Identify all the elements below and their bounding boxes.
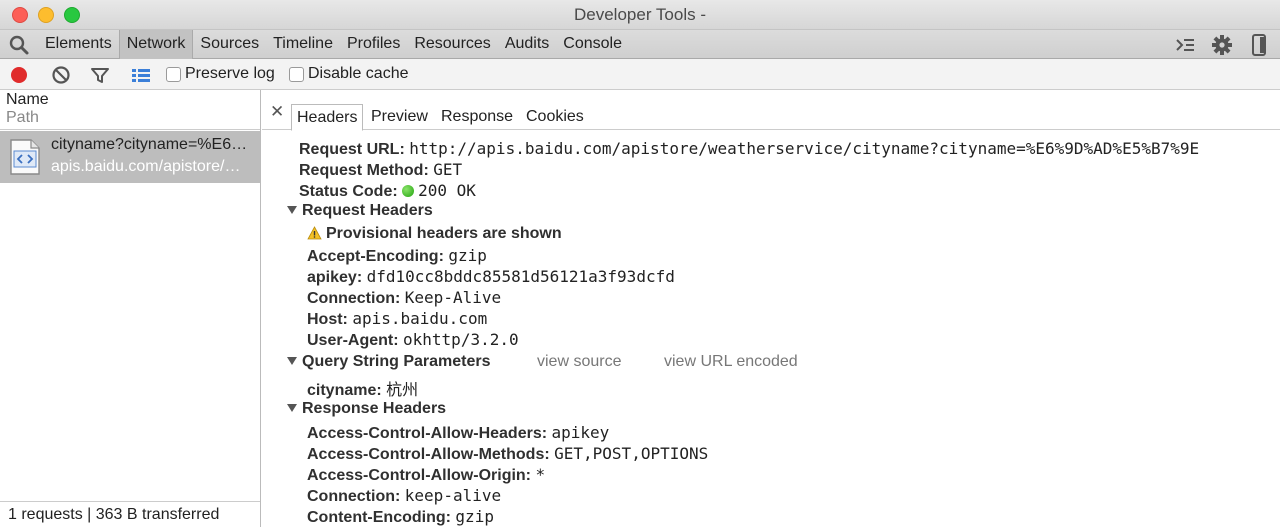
tab-elements[interactable]: Elements	[38, 30, 119, 59]
response-headers-title: Response Headers	[302, 400, 447, 417]
record-icon[interactable]	[8, 64, 30, 86]
view-url-encoded-link[interactable]: view URL encoded	[664, 353, 798, 371]
request-headers-title: Request Headers	[302, 202, 433, 219]
tab-console[interactable]: Console	[556, 30, 629, 59]
header-key: Connection:	[307, 290, 401, 307]
query-param-row: cityname: 杭州	[307, 376, 418, 400]
request-list-panel: Name Path cityname?cityname=%E6%9D%AD%E5…	[0, 90, 261, 527]
clear-icon[interactable]	[50, 64, 72, 86]
request-method-value: GET	[433, 160, 463, 179]
preserve-log-label: Preserve log	[185, 65, 275, 82]
response-headers-section[interactable]: Response Headers	[287, 400, 446, 418]
tab-cookies[interactable]: Cookies	[521, 104, 589, 131]
header-row: Accept-Encoding: gzip	[307, 246, 487, 266]
disclosure-triangle-icon	[287, 357, 297, 365]
status-code-value: 200 OK	[418, 181, 476, 200]
header-key: apikey:	[307, 269, 363, 286]
header-value: GET,POST,OPTIONS	[554, 444, 709, 463]
request-method-row: Request Method: GET	[299, 160, 462, 180]
header-row: User-Agent: okhttp/3.2.0	[307, 330, 519, 350]
status-bar-text: 1 requests | 363 B transferred	[8, 506, 220, 523]
header-value: apis.baidu.com	[352, 309, 488, 328]
header-value: okhttp/3.2.0	[403, 330, 519, 349]
network-toolbar: Preserve log Disable cache	[0, 59, 1280, 90]
query-string-section[interactable]: Query String Parameters	[287, 353, 491, 371]
header-key: User-Agent:	[307, 332, 399, 349]
header-key: Access-Control-Allow-Headers:	[307, 425, 548, 442]
header-value: Keep-Alive	[404, 288, 502, 307]
preserve-log-checkbox[interactable]	[166, 67, 181, 82]
request-host: apis.baidu.com/apistore/weatherservice	[51, 158, 251, 175]
disable-cache-checkbox[interactable]	[289, 67, 304, 82]
param-key: cityname:	[307, 382, 382, 399]
header-row: Connection: Keep-Alive	[307, 288, 501, 308]
tab-profiles[interactable]: Profiles	[340, 30, 407, 59]
warning-icon	[307, 226, 322, 240]
gear-icon[interactable]	[1211, 34, 1233, 56]
script-file-icon	[10, 139, 40, 175]
header-value: *	[535, 465, 546, 484]
param-value: 杭州	[386, 382, 419, 399]
view-source-link[interactable]: view source	[537, 353, 621, 371]
header-row: apikey: dfd10cc8bddc85581d56121a3f93dcfd	[307, 267, 675, 287]
query-string-title: Query String Parameters	[302, 353, 491, 370]
request-url-key: Request URL:	[299, 141, 405, 158]
header-row: Connection: keep-alive	[307, 486, 501, 506]
tab-audits[interactable]: Audits	[498, 30, 556, 59]
search-icon[interactable]	[8, 34, 30, 56]
status-bar: 1 requests | 363 B transferred	[0, 501, 260, 527]
panel-tab-bar: Elements Network Sources Timeline Profil…	[0, 30, 1280, 59]
header-key: Accept-Encoding:	[307, 248, 444, 265]
provisional-warning-text: Provisional headers are shown	[326, 225, 562, 242]
request-name: cityname?cityname=%E6%9D%AD%E5%B7%9E	[51, 136, 251, 153]
status-code-row: Status Code: 200 OK	[299, 181, 476, 201]
disable-cache-label: Disable cache	[308, 65, 409, 82]
request-url-value: http://apis.baidu.com/apistore/weatherse…	[409, 139, 1200, 158]
name-column-header[interactable]: Name Path	[0, 90, 260, 130]
header-key: Access-Control-Allow-Methods:	[307, 446, 550, 463]
header-value: keep-alive	[404, 486, 502, 505]
detail-tab-bar: ✕ Headers Preview Response Cookies	[262, 100, 1280, 131]
tab-network[interactable]: Network	[118, 30, 194, 59]
large-rows-icon[interactable]	[130, 64, 152, 86]
tab-timeline[interactable]: Timeline	[266, 30, 340, 59]
status-ok-icon	[402, 185, 415, 197]
request-method-key: Request Method:	[299, 162, 429, 179]
request-detail-panel: ✕ Headers Preview Response Cookies Reque…	[262, 90, 1280, 527]
header-value: apikey	[551, 423, 610, 442]
header-value: gzip	[455, 507, 494, 526]
console-drawer-icon[interactable]	[1174, 34, 1196, 56]
column-path-label: Path	[6, 109, 39, 126]
header-row: Content-Encoding: gzip	[307, 507, 494, 527]
header-key: Host:	[307, 311, 348, 328]
header-row: Access-Control-Allow-Origin: *	[307, 465, 545, 485]
column-name-label: Name	[6, 91, 49, 108]
dock-side-icon[interactable]	[1250, 34, 1268, 56]
header-row: Access-Control-Allow-Methods: GET,POST,O…	[307, 444, 708, 464]
request-url-row: Request URL: http://apis.baidu.com/apist…	[299, 139, 1199, 159]
header-key: Access-Control-Allow-Origin:	[307, 467, 532, 484]
header-key: Content-Encoding:	[307, 509, 451, 526]
header-value: dfd10cc8bddc85581d56121a3f93dcfd	[366, 267, 675, 286]
tab-resources[interactable]: Resources	[407, 30, 497, 59]
disclosure-triangle-icon	[287, 404, 297, 412]
filter-icon[interactable]	[89, 64, 111, 86]
header-value: gzip	[448, 246, 487, 265]
request-headers-section[interactable]: Request Headers	[287, 202, 433, 220]
tab-preview[interactable]: Preview	[366, 104, 433, 131]
provisional-warning: Provisional headers are shown	[307, 225, 562, 243]
header-row: Host: apis.baidu.com	[307, 309, 487, 329]
header-key: Connection:	[307, 488, 401, 505]
request-row[interactable]: cityname?cityname=%E6%9D%AD%E5%B7%9E api…	[0, 131, 260, 183]
tab-headers[interactable]: Headers	[291, 104, 364, 131]
header-row: Access-Control-Allow-Headers: apikey	[307, 423, 609, 443]
close-icon[interactable]: ✕	[270, 102, 284, 122]
status-code-key: Status Code:	[299, 183, 398, 200]
disclosure-triangle-icon	[287, 206, 297, 214]
window-title: Developer Tools -	[574, 5, 706, 24]
tab-response[interactable]: Response	[436, 104, 518, 131]
title-bar: Developer Tools -	[0, 0, 1280, 30]
tab-sources[interactable]: Sources	[193, 30, 266, 59]
